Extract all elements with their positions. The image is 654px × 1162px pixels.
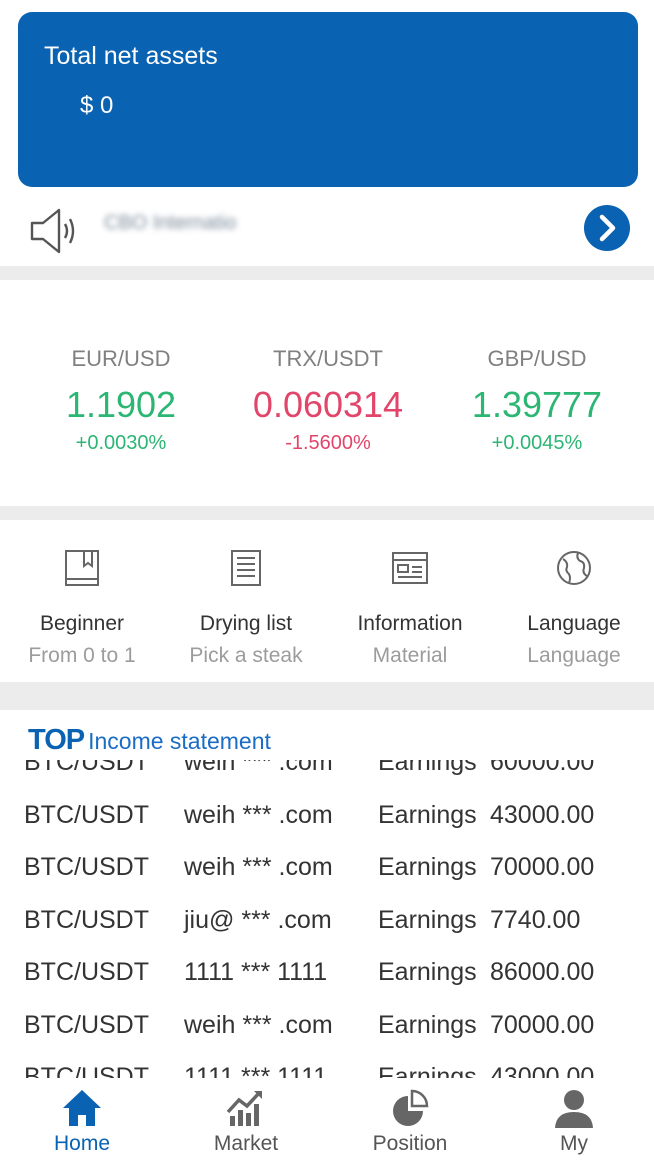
home-icon [63, 1090, 101, 1126]
user-icon [555, 1090, 593, 1128]
chart-icon [226, 1090, 262, 1126]
chevron-right-icon[interactable] [584, 205, 630, 251]
row-user: jiu@ *** .com [184, 905, 332, 934]
nav-label: My [560, 1132, 588, 1155]
assets-title: Total net assets [44, 42, 218, 70]
row-amount: 7740.00 [490, 905, 581, 934]
row-amount: 43000.00 [490, 800, 595, 829]
nav-home[interactable]: Home [0, 1080, 164, 1162]
menu-title: Beginner [39, 612, 125, 635]
row-label: Earnings [378, 1063, 477, 1078]
income-list[interactable]: BTC/USDT weih *** .com Earnings 60000.00… [0, 760, 654, 1078]
divider [0, 266, 654, 280]
row-pair: BTC/USDT [24, 853, 149, 881]
menu-subtitle: Language [527, 644, 621, 667]
assets-value: $ 0 [80, 92, 114, 119]
nav-label: Position [372, 1132, 448, 1155]
row-label: Earnings [378, 853, 477, 881]
table-row: BTC/USDT weih *** .com Earnings 60000.00 [0, 760, 654, 789]
ticker-change: +0.0030% [75, 432, 167, 454]
row-amount: 86000.00 [490, 958, 595, 986]
menu-title: Language [527, 612, 621, 635]
income-top-label: TOP [28, 724, 85, 756]
row-user: weih *** .com [184, 760, 333, 776]
income-title: Income statement [88, 728, 271, 754]
row-label: Earnings [378, 905, 477, 934]
row-label: Earnings [378, 958, 477, 986]
speaker-icon [30, 208, 75, 254]
income-header: TOP Income statement [28, 724, 271, 760]
nav-label: Home [53, 1132, 111, 1155]
row-label: Earnings [378, 800, 477, 829]
ticker-pair: EUR/USD [71, 346, 171, 371]
nav-position[interactable]: Position [328, 1080, 492, 1162]
table-row: BTC/USDT jiu@ *** .com Earnings 7740.00 [0, 894, 654, 947]
bottom-nav: Home Market Position My [0, 1080, 654, 1162]
menu-subtitle: From 0 to 1 [28, 644, 136, 667]
ticker-price: 1.39777 [471, 384, 603, 425]
menu-subtitle: Material [372, 644, 448, 667]
nav-label: Market [213, 1132, 279, 1155]
book-icon [65, 550, 99, 586]
row-amount: 70000.00 [490, 1010, 595, 1039]
ticker-price: 0.060314 [252, 384, 404, 425]
ticker-pair: TRX/USDT [273, 346, 383, 371]
menu-subtitle: Pick a steak [189, 644, 303, 667]
row-user: 1111 *** 1111 [184, 958, 328, 986]
row-amount: 60000.00 [490, 760, 595, 776]
ticker-pair: GBP/USD [487, 346, 587, 371]
nav-my[interactable]: My [492, 1080, 654, 1162]
notice-bar[interactable]: CBO Internatio [0, 196, 654, 266]
row-pair: BTC/USDT [24, 1010, 149, 1039]
row-label: Earnings [378, 760, 477, 776]
income-track: BTC/USDT weih *** .com Earnings 60000.00… [0, 760, 654, 1078]
row-label: Earnings [378, 1010, 477, 1039]
list-icon [231, 550, 261, 586]
notice-text: CBO Internatio [104, 212, 237, 234]
row-user: weih *** .com [184, 1010, 333, 1039]
row-amount: 43000.00 [490, 1063, 595, 1078]
nav-market[interactable]: Market [164, 1080, 328, 1162]
ticker-price: 1.1902 [65, 384, 177, 425]
row-pair: BTC/USDT [24, 958, 149, 986]
quick-menu: Beginner From 0 to 1 Drying list Pick a … [0, 520, 654, 682]
menu-title: Information [357, 612, 463, 635]
table-row: BTC/USDT 1111 *** 1111 Earnings 86000.00 [0, 946, 654, 999]
news-icon [392, 552, 428, 584]
pie-chart-icon [393, 1089, 429, 1126]
ticker-row: EUR/USD 1.1902 +0.0030% TRX/USDT 0.06031… [0, 280, 654, 506]
ticker-change: +0.0045% [491, 432, 583, 454]
row-user: weih *** .com [184, 800, 333, 829]
menu-title: Drying list [199, 612, 293, 635]
table-row: BTC/USDT weih *** .com Earnings 43000.00 [0, 789, 654, 842]
total-assets-card: Total net assets $ 0 [18, 12, 638, 187]
globe-icon [557, 551, 591, 585]
table-row: BTC/USDT weih *** .com Earnings 70000.00 [0, 999, 654, 1052]
table-row: BTC/USDT 1111 *** 1111 Earnings 43000.00 [0, 1051, 654, 1078]
ticker-change: -1.5600% [285, 432, 371, 454]
row-pair: BTC/USDT [24, 800, 149, 829]
row-user: weih *** .com [184, 853, 333, 881]
row-amount: 70000.00 [490, 853, 595, 881]
table-row: BTC/USDT weih *** .com Earnings 70000.00 [0, 841, 654, 894]
divider [0, 506, 654, 520]
row-user: 1111 *** 1111 [184, 1063, 328, 1078]
divider [0, 682, 654, 710]
row-pair: BTC/USDT [24, 760, 149, 776]
row-pair: BTC/USDT [24, 905, 149, 934]
row-pair: BTC/USDT [24, 1063, 149, 1078]
